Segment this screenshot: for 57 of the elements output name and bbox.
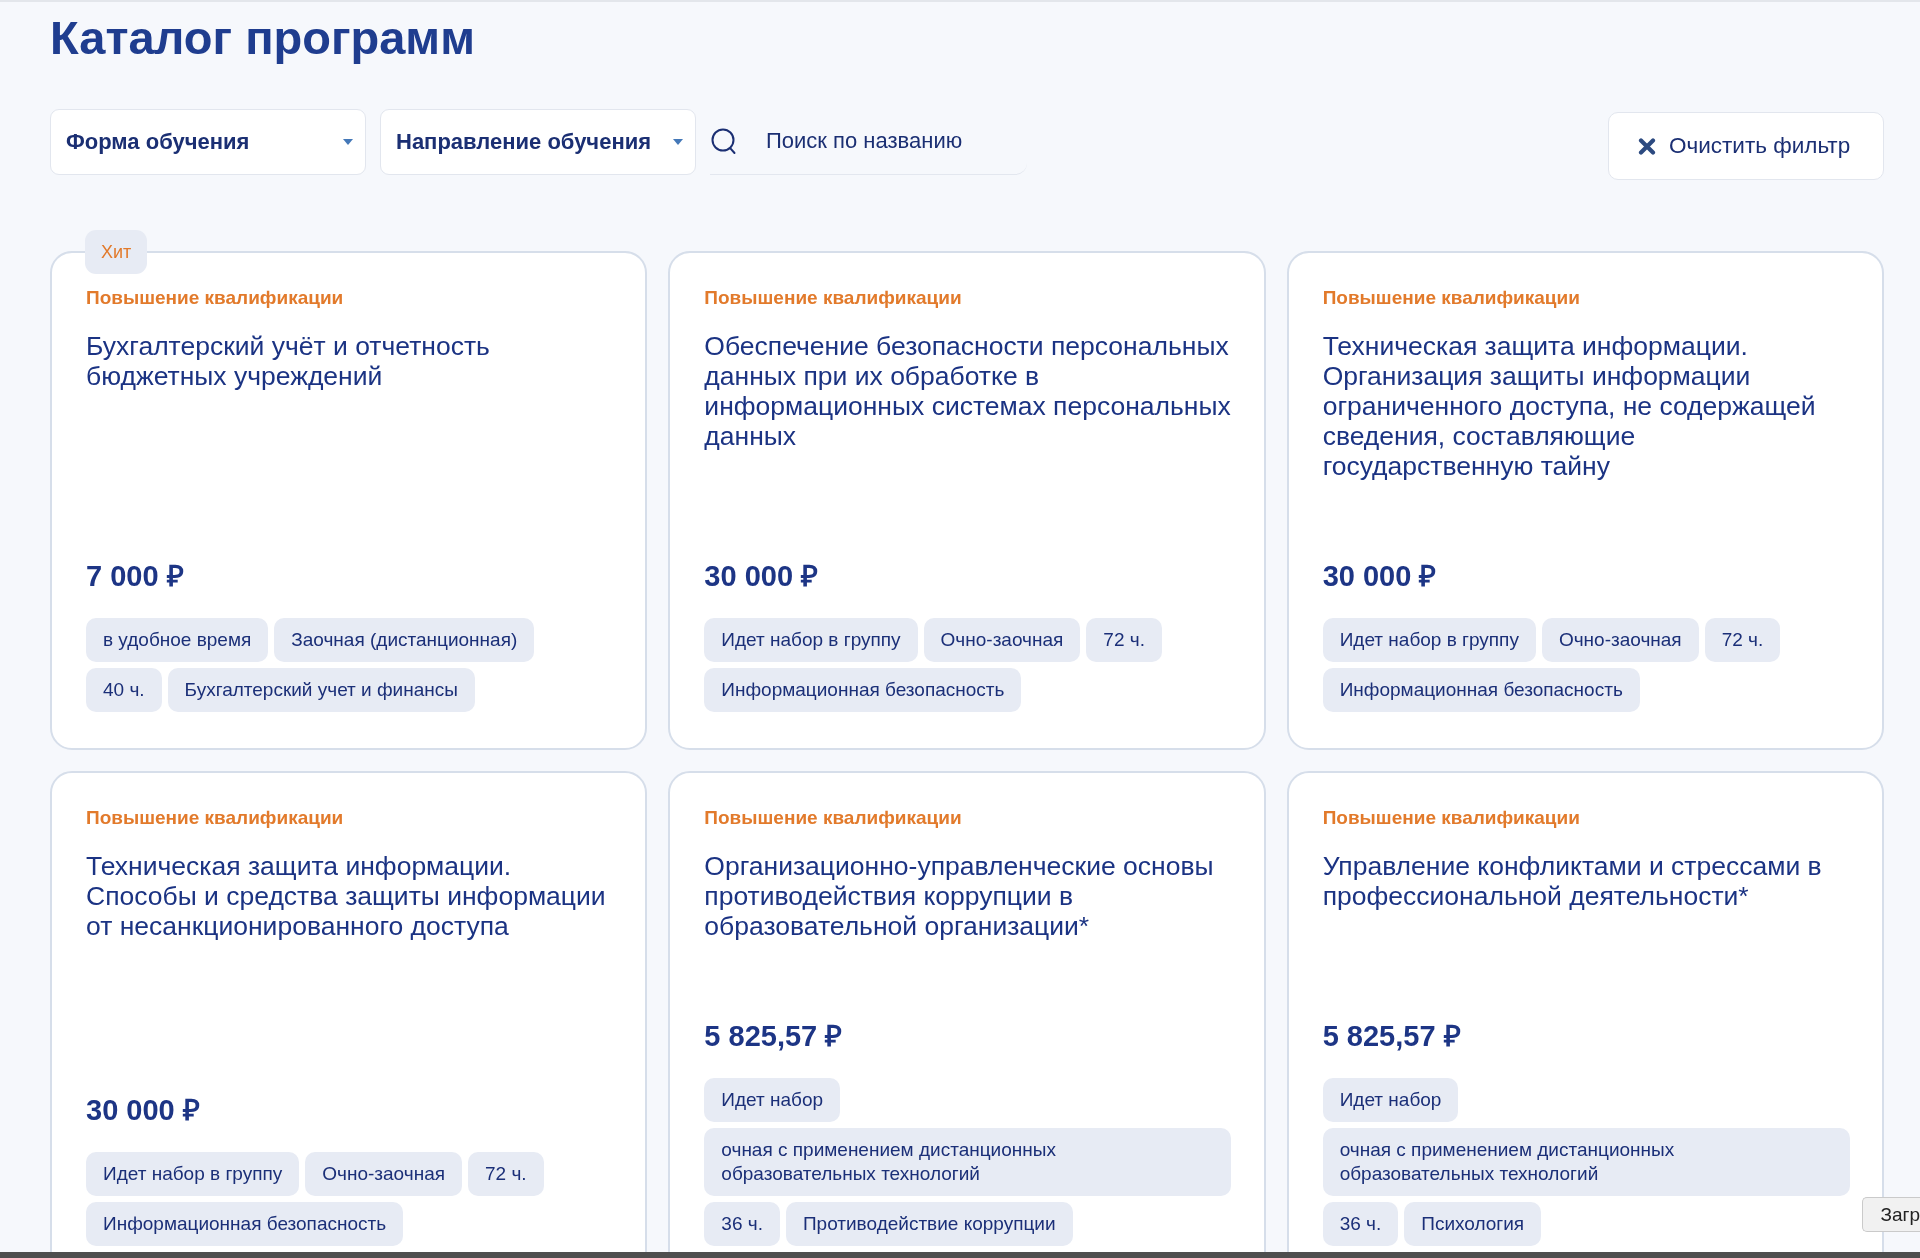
category-label: Повышение квалификации [1322,286,1580,310]
program-tag: 36 ч. [1322,1202,1399,1246]
program-tag: Идет набор [704,1078,841,1122]
price-text: 5 825,57 ₽ [704,1019,843,1053]
search-field[interactable]: Поиск по названию [710,109,1027,175]
program-tag: Психология [1404,1202,1542,1246]
program-tag: 72 ч. [1704,618,1781,662]
program-tag: Заочная (дистанционная) [274,618,535,662]
program-card[interactable]: Повышение квалификации Техническая защита информации. Способы и средства защиты информации от несанкционированного доступа 30 000 ₽ Идет набор в группу Очно-заочная 72 ч. Информационная безопасность [50,771,648,1252]
program-title: Техническая защита информации. Способы и средства защиты информации от несанкционированного доступа [86,851,607,941]
close-icon [1638,137,1656,155]
hit-badge: Хит [85,230,148,274]
program-tag: Информационная безопасность [86,1202,404,1246]
page-title: Каталог программ [50,10,475,66]
dropdown[interactable]: Направление обучения [380,109,696,175]
program-tag: Информационная безопасность [704,668,1022,712]
price-text: 30 000 ₽ [86,1093,200,1127]
program-tag: Информационная безопасность [1322,668,1640,712]
program-tag: Очно-заочная [923,618,1081,662]
program-tag: Идет набор в группу [86,1152,300,1196]
program-tag: Идет набор [1322,1078,1459,1122]
caret-icon [343,139,353,145]
program-title: Организационно-управленческие основы противодействия коррупции в образовательной организации* [704,851,1215,941]
program-tag: очная с применением дистанционных образовательных технологий [704,1128,1232,1196]
program-card[interactable] [668,771,1266,1252]
program-card[interactable] [1286,251,1884,750]
program-tag: Бухгалтерский учет и финансы [167,668,475,712]
program-title: Техническая защита информации. Организация защиты информации ограниченного доступа, не содержащей сведения, составляющие государственную тайну [1322,331,1817,481]
program-tag: Противодействие коррупции [785,1202,1073,1246]
program-tag: 72 ч. [1086,618,1162,662]
category-label: Повышение квалификации [86,806,344,830]
program-tag: в удобное время [86,618,269,662]
price-text: 30 000 ₽ [704,559,819,593]
program-tag: Идет набор в группу [1322,618,1536,662]
program-tag: 72 ч. [468,1152,544,1196]
price-text: 5 825,57 ₽ [1322,1019,1461,1053]
program-title: Управление конфликтами и стрессами в профессиональной деятельности* [1322,851,1823,911]
program-tag: Очно-заочная [1541,618,1699,662]
clear-filter-button[interactable]: Очистить фильтр [1608,112,1884,180]
program-card[interactable] [668,251,1266,750]
category-label: Повышение квалификации [704,806,962,830]
program-tag: 36 ч. [704,1202,780,1246]
category-label: Повышение квалификации [86,286,344,310]
category-label: Повышение квалификации [1322,806,1580,830]
price-text: 30 000 ₽ [1322,559,1437,593]
program-title: Обеспечение безопасности персональных данных при их обработке в информационных системах персональных данных [704,331,1232,451]
tooltip: Загр [1862,1197,1920,1232]
program-title: Бухгалтерский учёт и отчетность бюджетных учреждений [86,331,491,391]
price-text: 7 000 ₽ [86,559,184,593]
dropdown[interactable]: Форма обучения [50,109,366,175]
program-tag: Очно-заочная [305,1152,462,1196]
program-tag: Идет набор в группу [704,618,918,662]
program-tag: 40 ч. [86,668,162,712]
caret-icon [673,139,683,145]
category-label: Повышение квалификации [704,286,962,310]
search-icon [711,128,737,156]
program-tag: очная с применением дистанционных образовательных технологий [1322,1128,1850,1196]
